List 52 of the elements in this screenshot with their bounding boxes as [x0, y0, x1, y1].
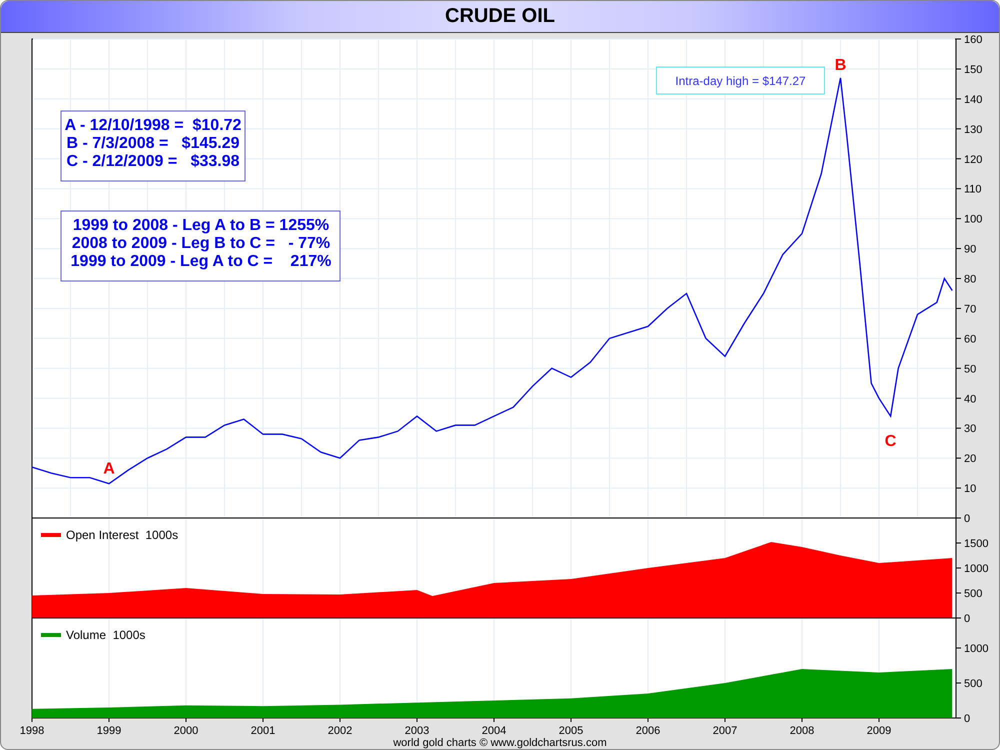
axis-label: 2002: [328, 725, 352, 737]
point-label: A: [103, 460, 115, 478]
annotation-text: B - 7/3/2008 = $145.29: [66, 135, 240, 152]
axis-label: 0: [964, 713, 970, 725]
axis-label: 1000: [964, 643, 988, 655]
axis-label: 1998: [20, 725, 44, 737]
legend-label: Open Interest 1000s: [66, 528, 178, 542]
axis-label: 2008: [790, 725, 814, 737]
axis-label: 500: [964, 678, 982, 690]
axis-label: 2003: [404, 725, 430, 737]
annotation-text: 2008 to 2009 - Leg B to C = - 77%: [72, 235, 330, 252]
axis-label: 1999: [96, 725, 122, 737]
footer-credit: world gold charts © www.goldchartsrus.com: [392, 738, 608, 749]
axis-label: 2007: [712, 725, 738, 737]
axis-label: 2006: [636, 725, 660, 737]
axis-label: 30: [964, 423, 976, 436]
axis-label: 20: [964, 453, 976, 466]
axis-label: 70: [964, 303, 976, 316]
axis-label: 50: [964, 363, 976, 376]
axis-label: 0: [964, 513, 970, 525]
point-label: B: [834, 56, 846, 74]
axis-label: 2004: [482, 725, 506, 737]
axis-label: 80: [964, 274, 976, 286]
annotation-text: 1999 to 2009 - Leg A to C = 217%: [70, 253, 332, 270]
axis-label: 100: [964, 214, 982, 226]
axis-label: 150: [964, 64, 982, 76]
axis-label: 90: [964, 244, 976, 256]
axis-label: 140: [964, 94, 982, 106]
axis-label: 110: [964, 184, 982, 196]
chart-title: CRUDE OIL: [445, 5, 555, 28]
axis-label: 2009: [866, 725, 892, 737]
axis-label: 2001: [250, 725, 276, 737]
legend-label: Volume 1000s: [66, 628, 146, 642]
axis-label: 120: [964, 154, 982, 166]
annotation-text: 1999 to 2008 - Leg A to B = 1255%: [72, 217, 330, 234]
legend-line-icon: [41, 633, 61, 637]
axis-label: 60: [964, 333, 976, 346]
axis-label: 2000: [174, 725, 198, 737]
axis-label: 500: [964, 588, 982, 600]
axis-label: 0: [964, 613, 970, 625]
annotation-text: Intra-day high = $147.27: [675, 74, 806, 88]
axis-label: 10: [964, 483, 976, 496]
axis-label: 1500: [964, 538, 988, 550]
point-label: C: [884, 433, 896, 450]
annotation-text: A - 12/10/1998 = $10.72: [64, 117, 242, 134]
axis-label: 1000: [964, 563, 988, 575]
annotation-text: C - 2/12/2009 = $33.98: [66, 153, 240, 170]
axis-label: 130: [964, 124, 982, 136]
axis-label: 160: [964, 34, 982, 46]
axis-label: 40: [964, 393, 976, 406]
legend-line-icon: [41, 533, 61, 537]
axis-label: 2005: [558, 725, 584, 737]
